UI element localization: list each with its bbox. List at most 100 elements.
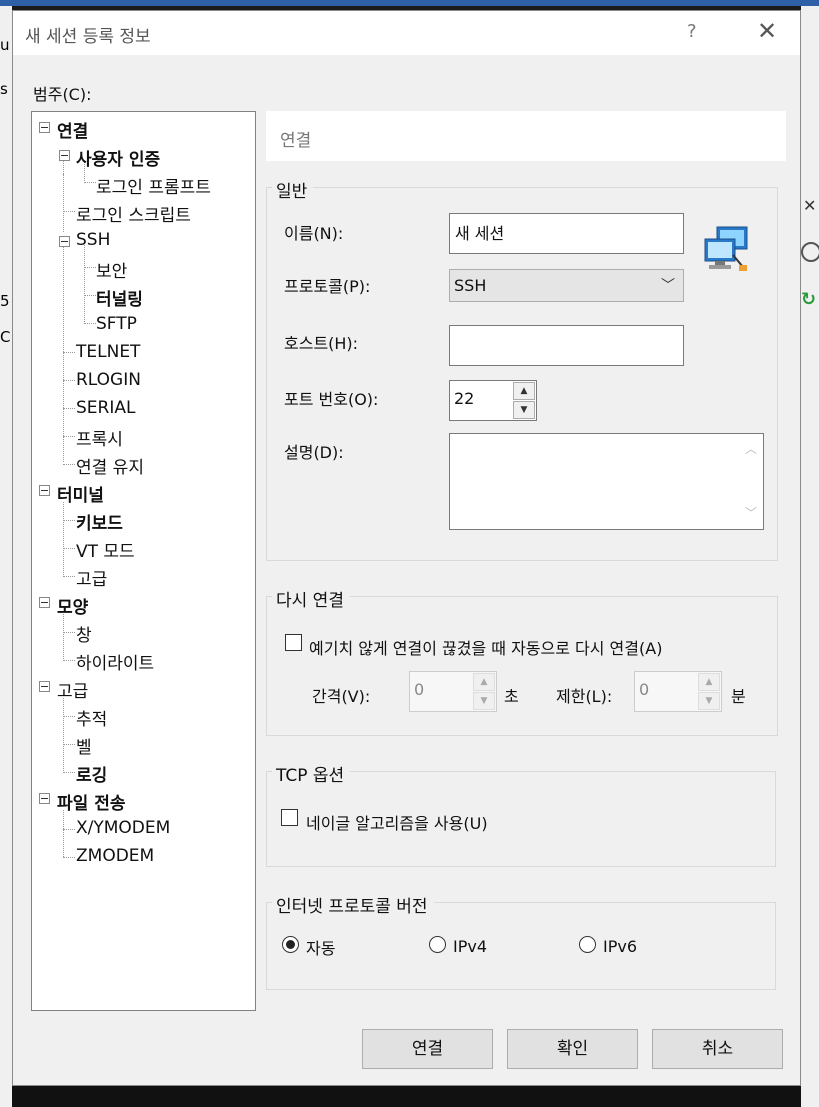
tree-item-bell[interactable]: 벨: [76, 733, 92, 758]
tree-item-login-prompts[interactable]: 로그인 프롬프트: [96, 173, 211, 198]
tree-item-tunneling[interactable]: 터널링: [96, 285, 143, 310]
tree-connector: [63, 698, 64, 773]
panel-header: 연결: [266, 111, 786, 161]
tree-connector: [63, 744, 75, 745]
dialog-title: 새 세션 등록 정보: [25, 27, 151, 47]
help-button[interactable]: ?: [687, 21, 697, 42]
tree-connector: [63, 464, 75, 465]
spin-up-icon[interactable]: ▲: [698, 673, 720, 691]
limit-stepper[interactable]: 0 ▲ ▼: [634, 671, 722, 712]
radio-auto[interactable]: [282, 936, 299, 953]
tree-item-user-auth[interactable]: 사용자 인증: [76, 145, 160, 170]
tree-collapse-icon[interactable]: [59, 236, 70, 247]
tree-collapse-icon[interactable]: [39, 681, 50, 692]
port-stepper[interactable]: 22 ▲ ▼: [449, 380, 537, 421]
tree-item-keep-alive[interactable]: 연결 유지: [76, 453, 144, 478]
host-input[interactable]: [449, 325, 684, 366]
tree-item-logging[interactable]: 로깅: [76, 761, 107, 786]
tree-item-login-scripts[interactable]: 로그인 스크립트: [76, 201, 191, 226]
ok-button[interactable]: 확인: [507, 1029, 638, 1069]
limit-unit: 분: [731, 687, 746, 706]
protocol-select[interactable]: SSH ﹀: [449, 269, 684, 302]
background-app-left: u s 5 C: [0, 6, 12, 1107]
interval-stepper[interactable]: 0 ▲ ▼: [409, 671, 497, 712]
auto-reconnect-label: 예기치 않게 연결이 끊겼을 때 자동으로 다시 연결(A): [309, 639, 663, 658]
tree-item-serial[interactable]: SERIAL: [76, 398, 135, 418]
scroll-down-icon[interactable]: ﹀: [745, 504, 757, 521]
tree-item-highlight[interactable]: 하이라이트: [76, 649, 154, 674]
tree-collapse-icon[interactable]: [59, 150, 70, 161]
reconnect-group-title: 다시 연결: [272, 586, 350, 611]
cancel-button[interactable]: 취소: [652, 1029, 783, 1069]
port-label: 포트 번호(O):: [284, 390, 379, 409]
background-text-fragment: C: [0, 328, 11, 346]
auto-reconnect-checkbox[interactable]: [285, 634, 302, 651]
nagle-label: 네이글 알고리즘을 사용(U): [306, 814, 488, 833]
tree-item-advanced[interactable]: 고급: [57, 677, 88, 702]
tree-item-sftp[interactable]: SFTP: [96, 314, 137, 334]
radio-auto-label: 자동: [306, 939, 336, 958]
tree-connector: [63, 632, 75, 633]
nagle-checkbox[interactable]: [281, 809, 298, 826]
tree-item-telnet[interactable]: TELNET: [76, 342, 140, 362]
spin-down-icon[interactable]: ▼: [698, 692, 720, 710]
background-text-fragment: s: [0, 80, 8, 98]
session-properties-dialog: 새 세션 등록 정보 ? ✕ 범주(C): 연결 사용자 인증 로그인 프롬프트…: [12, 10, 801, 1086]
description-textarea[interactable]: ︿ ﹀: [449, 433, 764, 530]
tree-item-terminal[interactable]: 터미널: [57, 481, 104, 506]
radio-ipv6-label: IPv6: [603, 937, 638, 956]
tree-connector: [63, 502, 64, 577]
name-label: 이름(N):: [284, 224, 344, 243]
spin-up-icon[interactable]: ▲: [473, 673, 495, 691]
spin-down-icon[interactable]: ▼: [473, 692, 495, 710]
background-app-right: ✕ ↻: [801, 6, 819, 1107]
tree-item-keyboard[interactable]: 키보드: [76, 509, 123, 534]
tree-collapse-icon[interactable]: [39, 485, 50, 496]
tree-item-rlogin[interactable]: RLOGIN: [76, 370, 141, 390]
limit-label: 제한(L):: [556, 687, 613, 706]
refresh-icon: ↻: [801, 289, 817, 310]
tree-connector: [63, 408, 75, 409]
panel-title: 연결: [280, 131, 312, 151]
tree-connector: [63, 810, 64, 857]
tree-item-appearance[interactable]: 모양: [57, 593, 88, 618]
tree-item-ssh[interactable]: SSH: [76, 230, 110, 250]
tree-item-vt-mode[interactable]: VT 모드: [76, 537, 135, 562]
tree-item-security[interactable]: 보안: [96, 257, 127, 282]
radio-ipv4[interactable]: [429, 936, 446, 953]
tree-connector: [84, 323, 96, 324]
radio-ipv6[interactable]: [579, 936, 596, 953]
tree-item-window[interactable]: 창: [76, 621, 92, 646]
tree-collapse-icon[interactable]: [39, 597, 50, 608]
tree-item-trace[interactable]: 추적: [76, 705, 107, 730]
tree-item-proxy[interactable]: 프록시: [76, 425, 123, 450]
ip-version-group-title: 인터넷 프로토콜 버전: [272, 892, 434, 917]
tree-item-zmodem[interactable]: ZMODEM: [76, 846, 154, 866]
tree-item-connection[interactable]: 연결: [57, 117, 88, 142]
interval-unit: 초: [504, 687, 519, 706]
tree-item-xymodem[interactable]: X/YMODEM: [76, 818, 170, 838]
name-input[interactable]: 새 세션: [449, 213, 684, 254]
reconnect-group: [266, 596, 778, 736]
tree-collapse-icon[interactable]: [39, 793, 50, 804]
spin-up-icon[interactable]: ▲: [513, 382, 535, 400]
spin-down-icon[interactable]: ▼: [513, 401, 535, 419]
limit-value: 0: [639, 680, 650, 699]
tree-item-terminal-advanced[interactable]: 고급: [76, 565, 107, 590]
protocol-label: 프로토콜(P):: [284, 277, 371, 296]
close-button[interactable]: ✕: [757, 17, 777, 45]
tree-collapse-icon[interactable]: [39, 122, 50, 133]
interval-label: 간격(V):: [312, 687, 371, 706]
tree-connector: [84, 267, 96, 268]
tree-connector: [63, 614, 64, 661]
category-tree[interactable]: 연결 사용자 인증 로그인 프롬프트 로그인 스크립트 SSH 보안 터널링 S…: [31, 111, 256, 1011]
scroll-up-icon[interactable]: ︿: [745, 440, 757, 457]
tree-connector: [63, 716, 75, 717]
tree-connector: [63, 548, 75, 549]
tree-item-file-transfer[interactable]: 파일 전송: [57, 789, 125, 814]
tree-connector: [63, 772, 75, 773]
tree-connector: [63, 380, 75, 381]
tree-connector: [63, 436, 75, 437]
connect-button[interactable]: 연결: [362, 1029, 493, 1069]
chevron-down-icon: ﹀: [661, 278, 675, 294]
